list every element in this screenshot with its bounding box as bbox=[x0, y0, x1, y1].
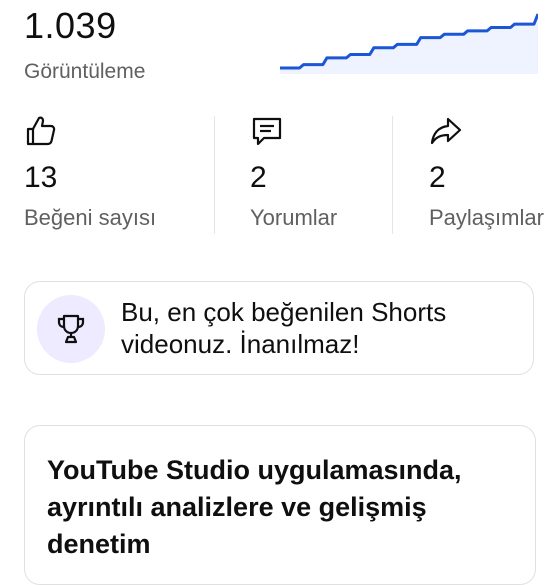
comments-label: Yorumlar bbox=[250, 205, 338, 230]
share-icon bbox=[430, 117, 462, 145]
stat-likes[interactable]: 13 Beğeni sayısı bbox=[24, 112, 214, 236]
views-count: 1.039 bbox=[24, 5, 117, 46]
stat-shares[interactable]: 2 Paylaşımlar bbox=[429, 112, 560, 236]
stat-comments[interactable]: 2 Yorumlar bbox=[250, 112, 390, 236]
promo-text: YouTube Studio uygulamasında, ayrıntılı … bbox=[47, 455, 462, 559]
comment-icon bbox=[252, 117, 282, 146]
shares-count: 2 bbox=[429, 161, 446, 194]
likes-count: 13 bbox=[24, 161, 58, 194]
stats-row: 13 Beğeni sayısı 2 Yorumlar 2 Paylaşımla… bbox=[0, 112, 560, 236]
stats-divider bbox=[214, 116, 215, 234]
achievement-card[interactable]: Bu, en çok beğenilen Shorts videonuz. İn… bbox=[24, 281, 534, 375]
thumbs-up-icon bbox=[26, 116, 56, 146]
comments-count: 2 bbox=[250, 161, 267, 194]
studio-promo-card[interactable]: YouTube Studio uygulamasında, ayrıntılı … bbox=[24, 425, 536, 585]
trophy-badge bbox=[37, 295, 105, 363]
achievement-text: Bu, en çok beğenilen Shorts videonuz. İn… bbox=[121, 297, 447, 359]
stats-divider bbox=[392, 116, 393, 234]
trophy-icon bbox=[57, 314, 85, 344]
views-label: Görüntüleme bbox=[24, 60, 146, 83]
shares-label: Paylaşımlar bbox=[429, 205, 544, 230]
views-sparkline bbox=[280, 13, 538, 74]
likes-label: Beğeni sayısı bbox=[24, 205, 157, 230]
